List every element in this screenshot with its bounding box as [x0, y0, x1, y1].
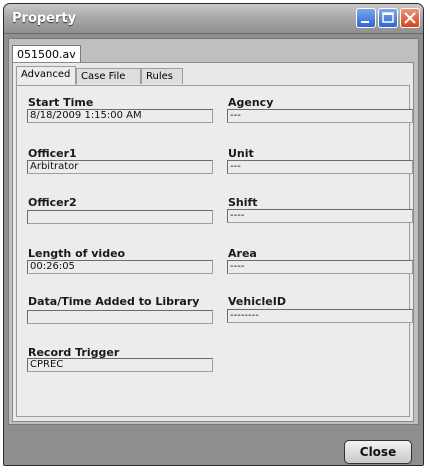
- officer2-field: [27, 210, 213, 224]
- length-of-video-label: Length of video: [28, 247, 126, 260]
- record-trigger-field: CPREC: [27, 358, 213, 372]
- vehicle-id-field: --------: [227, 309, 413, 323]
- footer-bar: Close: [4, 429, 423, 465]
- officer1-field: Arbitrator: [27, 160, 213, 174]
- length-of-video-field: 00:26:05: [27, 260, 213, 274]
- officer2-label: Officer2: [28, 196, 77, 209]
- officer1-label: Officer1: [28, 147, 77, 160]
- unit-field: ---: [227, 160, 413, 174]
- date-added-label: Data/Time Added to Library: [28, 295, 200, 308]
- advanced-panel: Start Time 8/18/2009 1:15:00 AM Agency -…: [16, 85, 413, 417]
- tab-case-file[interactable]: Case File: [76, 68, 141, 84]
- start-time-field: 8/18/2009 1:15:00 AM: [27, 109, 213, 123]
- file-tab[interactable]: 051500.av: [12, 45, 81, 63]
- tab-advanced[interactable]: Advanced: [16, 66, 76, 85]
- close-window-button[interactable]: [400, 8, 420, 28]
- close-button[interactable]: Close: [344, 440, 412, 464]
- minimize-icon: [361, 21, 369, 23]
- tab-container: Advanced Case File Rules Start Time 8/18…: [12, 62, 414, 422]
- unit-label: Unit: [228, 147, 254, 160]
- window-title: Property: [12, 11, 77, 26]
- date-added-field: [27, 310, 213, 324]
- title-bar[interactable]: Property: [4, 4, 423, 34]
- vehicle-id-label: VehicleID: [228, 295, 286, 308]
- content-area: 051500.av Advanced Case File Rules Start…: [8, 38, 419, 425]
- close-icon: [404, 12, 416, 24]
- maximize-button[interactable]: [378, 8, 398, 28]
- shift-field: ----: [227, 209, 413, 223]
- start-time-label: Start Time: [28, 96, 94, 109]
- agency-label: Agency: [228, 96, 274, 109]
- shift-label: Shift: [228, 196, 258, 209]
- agency-field: ---: [227, 109, 413, 123]
- minimize-button[interactable]: [356, 8, 376, 28]
- area-field: ----: [227, 260, 413, 274]
- tab-rules[interactable]: Rules: [141, 68, 183, 84]
- area-label: Area: [228, 247, 257, 260]
- property-window: Property 051500.av Advanced Case File Ru…: [3, 3, 424, 466]
- maximize-icon: [382, 12, 394, 23]
